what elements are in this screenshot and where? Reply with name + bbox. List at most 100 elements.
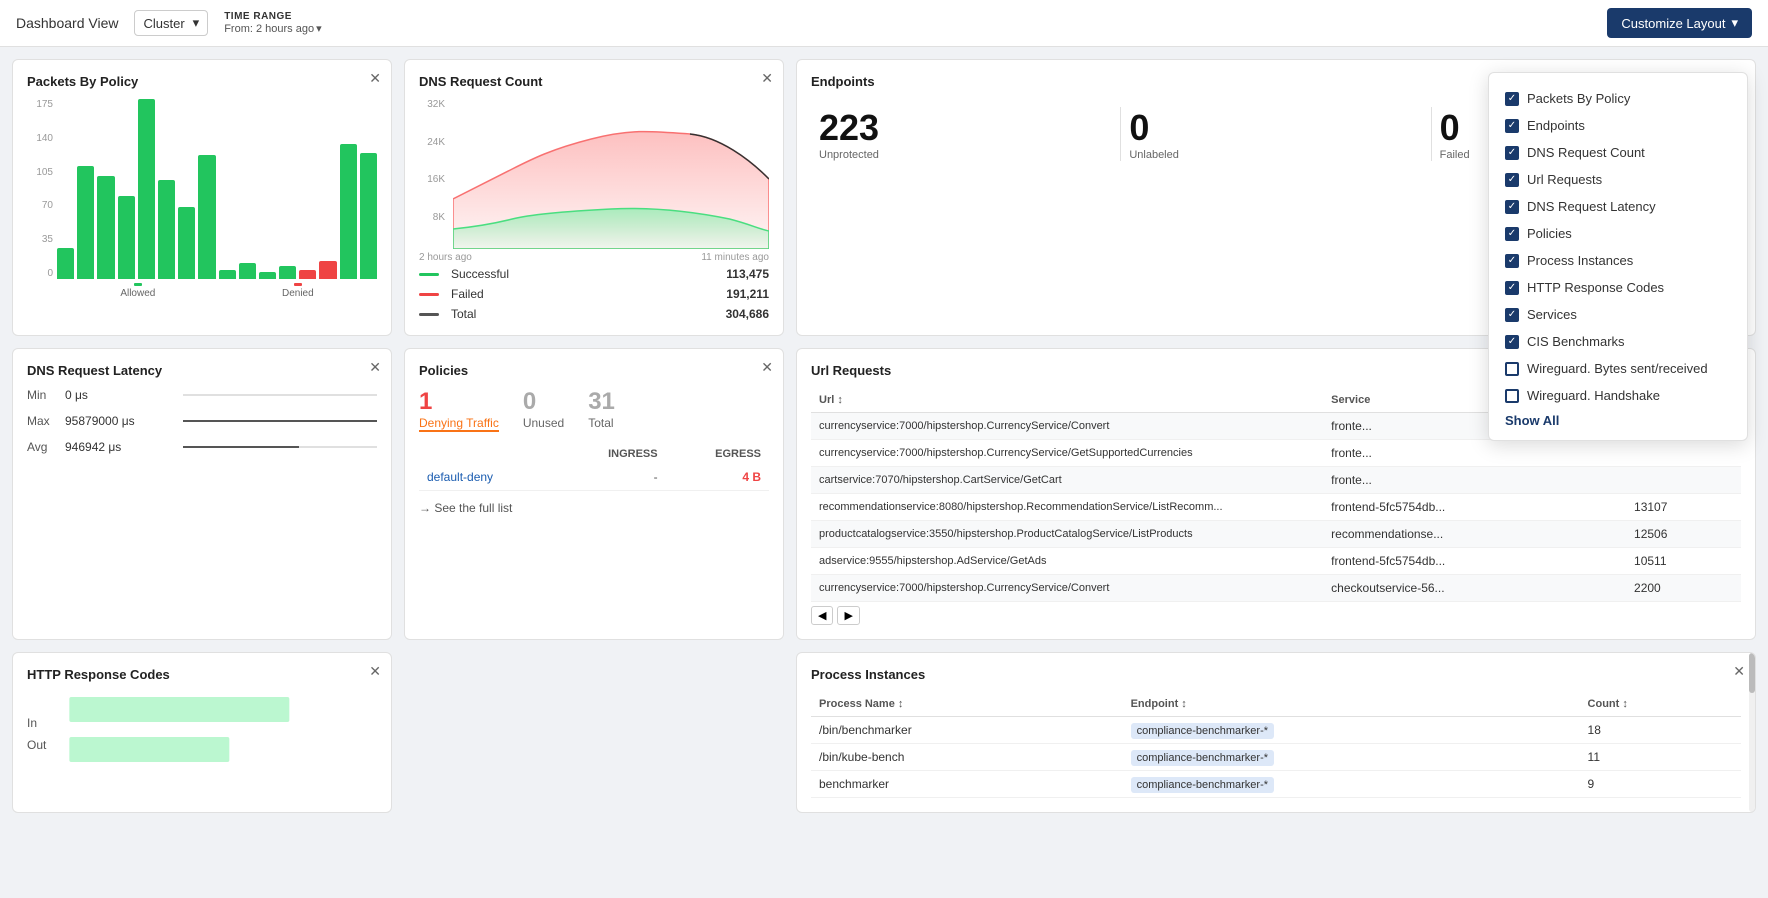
scrollbar-track[interactable] (1749, 653, 1755, 812)
url-row: currencyservice:7000/hipstershop.Currenc… (811, 575, 1741, 602)
top-bar: Dashboard View Cluster ▾ TIME RANGE From… (0, 0, 1768, 47)
tab-denying-traffic[interactable]: 1 Denying Traffic (419, 388, 499, 432)
bar-item (57, 248, 74, 279)
policy-ingress: - (556, 464, 665, 491)
http-response-codes-close[interactable]: ✕ (369, 663, 381, 680)
menu-item-process-instances[interactable]: ✓ Process Instances (1505, 247, 1731, 274)
menu-item-cis-benchmarks[interactable]: ✓ CIS Benchmarks (1505, 328, 1731, 355)
chevron-down-icon-time[interactable]: ▾ (316, 22, 322, 35)
latency-min: Min 0 μs (27, 388, 377, 402)
policy-name[interactable]: default-deny (419, 464, 556, 491)
chevron-down-icon-customize: ▾ (1731, 15, 1738, 31)
scrollbar-thumb[interactable] (1749, 653, 1755, 693)
checkbox-dns-latency[interactable]: ✓ (1505, 200, 1519, 214)
latency-max: Max 95879000 μs (27, 414, 377, 428)
bar-item (77, 166, 94, 279)
menu-item-wireguard-handshake[interactable]: Wireguard. Handshake (1505, 382, 1731, 409)
process-row: benchmarker compliance-benchmarker-* 9 (811, 771, 1741, 798)
checkbox-process-instances[interactable]: ✓ (1505, 254, 1519, 268)
http-chart-svg (62, 692, 377, 772)
checkbox-policies[interactable]: ✓ (1505, 227, 1519, 241)
bar-item-denied (299, 270, 316, 279)
http-response-codes-card: HTTP Response Codes ✕ In Out (12, 652, 392, 813)
checkbox-packets[interactable]: ✓ (1505, 92, 1519, 106)
menu-item-policies[interactable]: ✓ Policies (1505, 220, 1731, 247)
process-row: /bin/kube-bench compliance-benchmarker-*… (811, 744, 1741, 771)
checkbox-url-requests[interactable]: ✓ (1505, 173, 1519, 187)
bar-item (219, 270, 236, 279)
endpoint-unprotected: 223 Unprotected (811, 99, 1120, 169)
endpoint-unlabeled: 0 Unlabeled (1121, 99, 1430, 169)
dns-latency-title: DNS Request Latency (27, 363, 377, 378)
y-axis: 175 140 105 70 35 0 (27, 99, 57, 279)
legend-row-failed: Failed 191,211 (419, 287, 769, 301)
packets-by-policy-card: Packets By Policy ✕ 175 140 105 70 35 0 (12, 59, 392, 336)
packets-by-policy-close[interactable]: ✕ (369, 70, 381, 87)
dns-request-count-close[interactable]: ✕ (761, 70, 773, 87)
failed-dot (419, 293, 439, 296)
process-instances-title: Process Instances (811, 667, 1741, 682)
see-full-list-link[interactable]: → See the full list (419, 501, 769, 515)
process-instances-close[interactable]: ✕ (1733, 663, 1745, 680)
legend-row-successful: Successful 113,475 (419, 267, 769, 281)
latency-bar-max (183, 420, 377, 422)
menu-item-wireguard-bytes[interactable]: Wireguard. Bytes sent/received (1505, 355, 1731, 382)
menu-item-dns-latency[interactable]: ✓ DNS Request Latency (1505, 193, 1731, 220)
chevron-down-icon: ▾ (193, 15, 200, 31)
latency-rows: Min 0 μs Max 95879000 μs Avg 946942 μs (27, 388, 377, 454)
customize-layout-button[interactable]: Customize Layout ▾ (1607, 8, 1752, 38)
dns-y-axis: 32K 24K 16K 8K (419, 99, 447, 249)
bar-item (138, 99, 155, 279)
checkbox-wireguard-handshake[interactable] (1505, 389, 1519, 403)
policy-egress: 4 B (666, 464, 769, 491)
policy-row: default-deny - 4 B (419, 464, 769, 491)
dns-request-count-title: DNS Request Count (419, 74, 769, 89)
checkbox-http-response[interactable]: ✓ (1505, 281, 1519, 295)
tab-unused[interactable]: 0 Unused (523, 388, 564, 432)
url-row: productcatalogservice:3550/hipstershop.P… (811, 521, 1741, 548)
checkbox-dns-count[interactable]: ✓ (1505, 146, 1519, 160)
menu-item-http-response[interactable]: ✓ HTTP Response Codes (1505, 274, 1731, 301)
policies-close[interactable]: ✕ (761, 359, 773, 376)
url-row: adservice:9555/hipstershop.AdService/Get… (811, 548, 1741, 575)
http-response-codes-title: HTTP Response Codes (27, 667, 377, 682)
policies-card: Policies ✕ 1 Denying Traffic 0 Unused 31… (404, 348, 784, 640)
checkbox-cis[interactable]: ✓ (1505, 335, 1519, 349)
menu-item-dns-request-count[interactable]: ✓ DNS Request Count (1505, 139, 1731, 166)
time-range: TIME RANGE From: 2 hours ago ▾ (224, 11, 321, 35)
latency-avg: Avg 946942 μs (27, 440, 377, 454)
bar-item (340, 144, 357, 279)
menu-item-endpoints[interactable]: ✓ Endpoints (1505, 112, 1731, 139)
tab-total[interactable]: 31 Total (588, 388, 615, 432)
dns-latency-card: DNS Request Latency ✕ Min 0 μs Max 95879… (12, 348, 392, 640)
scroll-left-button[interactable]: ◀ (811, 606, 833, 625)
cluster-select[interactable]: Cluster ▾ (134, 10, 208, 36)
show-all-link[interactable]: Show All (1505, 413, 1731, 428)
dns-request-count-card: DNS Request Count ✕ 32K 24K 16K 8K (404, 59, 784, 336)
menu-item-packets-by-policy[interactable]: ✓ Packets By Policy (1505, 85, 1731, 112)
bar-item (360, 153, 377, 279)
allowed-dot (134, 283, 142, 286)
page-title: Dashboard View (16, 15, 118, 31)
menu-item-url-requests[interactable]: ✓ Url Requests (1505, 166, 1731, 193)
dns-legend: Successful 113,475 Failed 191,211 Total … (419, 267, 769, 321)
policies-table: INGRESS EGRESS default-deny - 4 B (419, 444, 769, 491)
customize-dropdown: ✓ Packets By Policy ✓ Endpoints ✓ DNS Re… (1488, 72, 1748, 441)
checkbox-endpoints[interactable]: ✓ (1505, 119, 1519, 133)
process-instances-table: Process Name ↕ Endpoint ↕ Count ↕ /bin/b… (811, 692, 1741, 798)
successful-dot (419, 273, 439, 276)
menu-item-services[interactable]: ✓ Services (1505, 301, 1731, 328)
dns-area-chart (453, 99, 769, 249)
checkbox-wireguard-bytes[interactable] (1505, 362, 1519, 376)
scroll-right-button[interactable]: ▶ (837, 606, 859, 625)
dns-latency-close[interactable]: ✕ (369, 359, 381, 376)
bar-item (279, 266, 296, 279)
process-row: /bin/benchmarker compliance-benchmarker-… (811, 717, 1741, 744)
checkbox-services[interactable]: ✓ (1505, 308, 1519, 322)
total-dot (419, 313, 439, 316)
bar-item (239, 263, 256, 279)
process-instances-card: Process Instances ✕ Process Name ↕ Endpo… (796, 652, 1756, 813)
http-chart-area: In Out (27, 692, 377, 775)
bar-item-denied (319, 261, 336, 279)
bar-item (158, 180, 175, 279)
